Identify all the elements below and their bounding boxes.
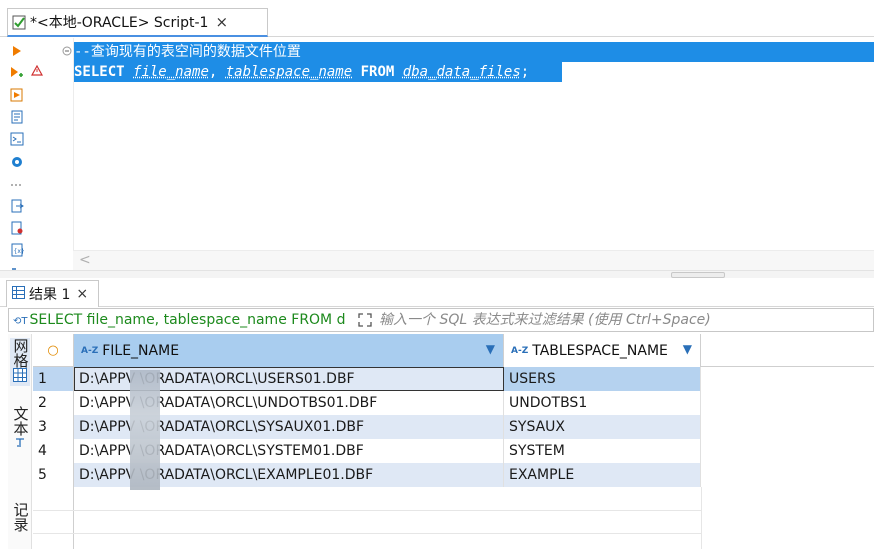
code-comment: --查询现有的表空间的数据文件位置 <box>74 44 301 60</box>
view-record-tab[interactable]: 记录 <box>10 502 30 532</box>
export-icon[interactable] <box>9 198 25 214</box>
grid-header: ○ A-Z FILE_NAME ▼ A-Z TABLESPACE_NAME ▼ <box>33 334 874 367</box>
results-tab-bar: 结果 1 × <box>0 278 874 307</box>
column-header-label: TABLESPACE_NAME <box>532 342 668 359</box>
tab-script-1[interactable]: *<本地-ORACLE> Script-1 × <box>7 8 268 37</box>
editor-gutter <box>30 38 72 278</box>
expand-filter-icon[interactable] <box>357 312 373 328</box>
string-type-icon: A-Z <box>511 345 529 356</box>
identifier-file-name: file_name <box>133 64 209 80</box>
column-header-label: FILE_NAME <box>102 342 180 359</box>
row-number[interactable]: 4 <box>33 439 74 463</box>
keyword-select: SELECT <box>74 64 125 80</box>
close-icon[interactable]: × <box>76 286 88 302</box>
row-number[interactable]: 5 <box>33 463 74 487</box>
record-view-label: 记录 <box>11 502 30 532</box>
tab-results-1[interactable]: 结果 1 × <box>6 280 99 307</box>
row-number[interactable]: 2 <box>33 391 74 415</box>
grid-view-label: 网格 <box>11 338 30 368</box>
text-view-label: 文本 <box>11 406 30 436</box>
identifier-table: dba_data_files <box>402 64 521 80</box>
editor-side-toolbar: {x} <box>0 38 30 278</box>
settings-gear-icon[interactable] <box>9 154 25 170</box>
column-header-file-name[interactable]: A-Z FILE_NAME ▼ <box>74 334 504 367</box>
results-grid-icon <box>12 285 25 303</box>
identifier-tablespace-name: tablespace_name <box>225 64 353 80</box>
editor-tab-bar: *<本地-ORACLE> Script-1 × <box>0 0 874 37</box>
load-script-icon[interactable] <box>9 220 25 236</box>
variables-icon[interactable]: {x} <box>9 242 25 258</box>
code-line-comment: --查询现有的表空间的数据文件位置 <box>74 42 874 62</box>
result-view-switcher: 网格 文本 记录 <box>8 334 32 549</box>
cell-tablespace-name[interactable]: SYSAUX <box>504 415 701 439</box>
redaction-block <box>130 370 160 490</box>
keyword-from: FROM <box>360 64 395 80</box>
cell-tablespace-name[interactable]: SYSTEM <box>504 439 701 463</box>
result-filter-bar: ⟲T SELECT file_name, tablespace_name FROM… <box>8 308 874 332</box>
empty-row-area <box>33 487 74 549</box>
cell-tablespace-name[interactable]: USERS <box>504 367 701 391</box>
code-line-select: SELECT file_name, tablespace_name FROM d… <box>74 62 562 82</box>
row-number[interactable]: 1 <box>33 367 74 391</box>
grid-line <box>701 487 702 549</box>
view-text-tab[interactable]: 文本 <box>10 406 30 453</box>
code-terminator: ; <box>520 64 530 80</box>
filter-query-text[interactable]: ⟲T SELECT file_name, tablespace_name FROM… <box>13 309 355 331</box>
warning-icon[interactable] <box>30 64 44 80</box>
select-all-corner-icon[interactable]: ○ <box>33 334 74 367</box>
view-grid-tab[interactable]: 网格 <box>10 338 30 386</box>
close-icon[interactable]: × <box>215 13 228 31</box>
tab-title: *<本地-ORACLE> Script-1 <box>30 15 209 31</box>
column-header-tablespace-name[interactable]: A-Z TABLESPACE_NAME ▼ <box>504 334 701 367</box>
filter-input[interactable] <box>379 310 869 330</box>
execute-script-icon[interactable] <box>9 87 25 103</box>
fold-collapse-icon[interactable] <box>62 45 72 60</box>
panel-splitter[interactable] <box>0 270 874 284</box>
explain-plan-icon[interactable] <box>9 109 25 125</box>
cell-tablespace-name[interactable]: EXAMPLE <box>504 463 701 487</box>
row-number[interactable]: 3 <box>33 415 74 439</box>
grid-line <box>33 510 701 511</box>
sql-script-icon <box>12 14 28 30</box>
svg-text:{x}: {x} <box>14 248 25 255</box>
toolbar-separator-icon <box>9 177 25 193</box>
query-icon: ⟲T <box>13 316 28 327</box>
string-type-icon: A-Z <box>81 345 99 356</box>
filter-query-label: SELECT file_name, tablespace_name FROM d <box>29 312 346 328</box>
grid-line <box>33 533 701 534</box>
text-view-icon <box>14 436 26 453</box>
code-separator: , <box>208 64 226 80</box>
scroll-left-icon[interactable]: < <box>79 252 91 268</box>
grid-view-icon <box>13 368 27 386</box>
cell-tablespace-name[interactable]: UNDOTBS1 <box>504 391 701 415</box>
sort-dropdown-icon[interactable]: ▼ <box>683 342 692 356</box>
execute-statement-icon[interactable] <box>9 43 25 59</box>
editor-horizontal-scrollbar[interactable]: < <box>73 250 874 270</box>
sql-editor[interactable]: --查询现有的表空间的数据文件位置 SELECT file_name, tabl… <box>73 38 874 250</box>
results-tab-label: 结果 1 <box>29 287 71 303</box>
execute-in-new-tab-icon[interactable] <box>9 65 25 81</box>
sort-dropdown-icon[interactable]: ▼ <box>486 342 495 356</box>
console-icon[interactable] <box>9 131 25 147</box>
